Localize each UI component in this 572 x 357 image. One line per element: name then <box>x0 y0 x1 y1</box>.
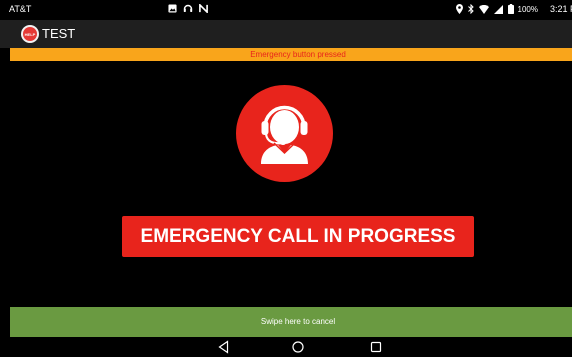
operator-headset-icon <box>236 85 333 182</box>
signal-icon <box>494 4 503 14</box>
app-bar: HELP TEST <box>0 20 572 48</box>
emergency-screen: AT&T 100% 3:21 HELP TEST Emergency butto… <box>0 0 572 357</box>
nfc-icon <box>199 3 208 13</box>
notification-icons <box>168 3 208 13</box>
image-icon <box>168 3 177 13</box>
location-icon <box>456 4 463 14</box>
headset-notification-icon <box>183 4 193 12</box>
help-logo-text: HELP <box>23 27 37 41</box>
app-title: TEST <box>42 26 76 41</box>
navigation-bar <box>0 337 572 357</box>
emergency-status-label: EMERGENCY CALL IN PROGRESS <box>122 216 474 257</box>
status-bar: AT&T 100% 3:21 <box>0 0 572 20</box>
carrier-name: AT&T <box>9 4 32 14</box>
wifi-icon <box>479 4 489 14</box>
battery-percentage: 100% <box>517 5 538 14</box>
recent-apps-icon[interactable] <box>369 340 383 354</box>
help-logo-icon: HELP <box>21 25 39 43</box>
alert-banner: Emergency button pressed <box>10 48 572 61</box>
bluetooth-icon <box>468 4 474 14</box>
home-icon[interactable] <box>291 340 305 354</box>
system-icons <box>456 4 514 14</box>
swipe-to-cancel-bar[interactable]: Swipe here to cancel <box>10 307 572 337</box>
battery-icon <box>508 4 514 14</box>
back-icon[interactable] <box>217 340 231 354</box>
clock: 3:21 P <box>549 4 572 14</box>
